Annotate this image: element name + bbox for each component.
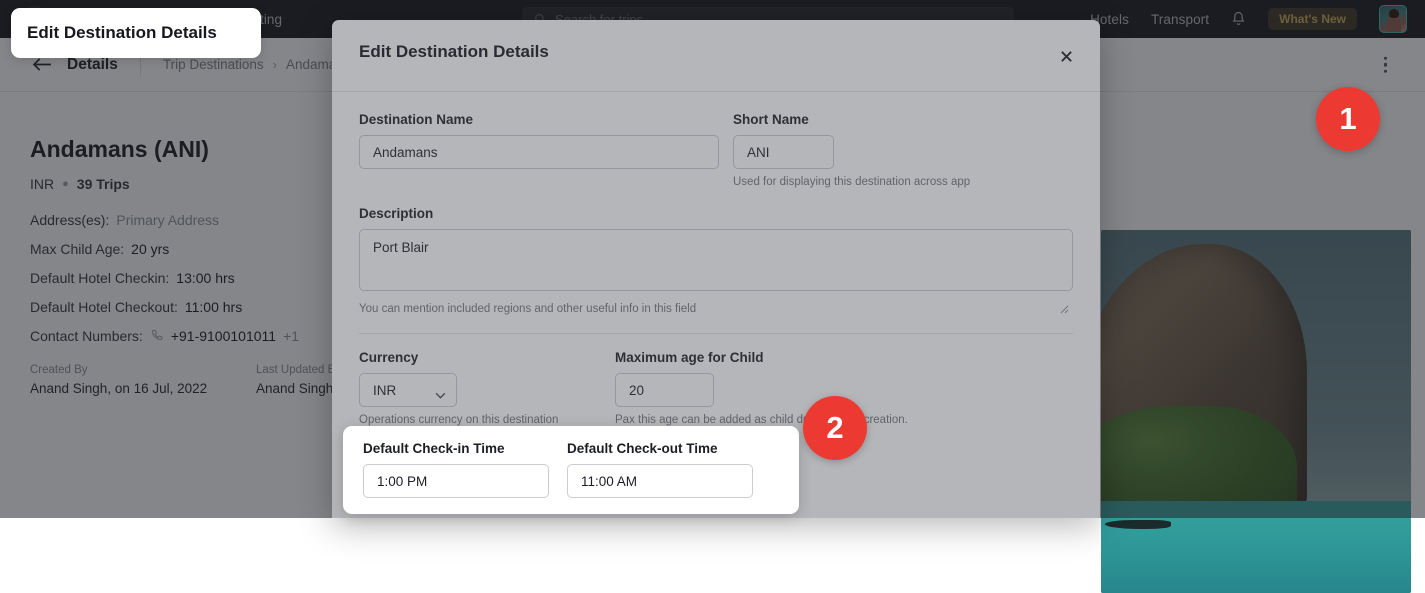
modal-header: Edit Destination Details [332, 20, 1100, 92]
field-checkin-time: Default Check-in Time [363, 441, 549, 514]
field-currency: Currency INR Operations currency on this… [359, 350, 615, 426]
close-icon[interactable] [1052, 42, 1080, 70]
field-help-text: Used for displaying this destination acr… [733, 176, 933, 188]
modal-title: Edit Destination Details [27, 23, 217, 43]
description-textarea[interactable]: Port Blair [359, 229, 1073, 291]
tour-step-badge-1[interactable]: 1 [1316, 87, 1380, 151]
form-section-divider [359, 333, 1073, 334]
field-checkout-time: Default Check-out Time [567, 441, 753, 514]
field-help-text: Operations currency on this destination [359, 414, 615, 426]
field-label: Maximum age for Child [615, 350, 1035, 365]
max-child-age-input[interactable] [615, 373, 714, 407]
short-name-input[interactable] [733, 135, 834, 169]
tour-spotlight-modal-title: Edit Destination Details [11, 8, 261, 58]
field-label: Description [359, 206, 1073, 221]
form-row-names: Destination Name Short Name Used for dis… [359, 112, 1073, 188]
field-short-name: Short Name Used for displaying this dest… [733, 112, 933, 188]
tour-step-badge-2[interactable]: 2 [803, 396, 867, 460]
checkin-time-input[interactable] [363, 464, 549, 498]
field-label: Short Name [733, 112, 933, 127]
field-label: Default Check-in Time [363, 441, 549, 456]
field-label: Destination Name [359, 112, 719, 127]
checkout-time-input[interactable] [567, 464, 753, 498]
field-label: Default Check-out Time [567, 441, 753, 456]
currency-select-wrap: INR [359, 373, 457, 407]
field-destination-name: Destination Name [359, 112, 719, 188]
currency-select[interactable]: INR [359, 373, 457, 407]
modal-title-underlay: Edit Destination Details [359, 42, 549, 62]
field-help-text: You can mention included regions and oth… [359, 303, 1073, 315]
field-label: Currency [359, 350, 615, 365]
tour-spotlight-default-times: Default Check-in Time Default Check-out … [343, 426, 799, 514]
form-row-currency-age: Currency INR Operations currency on this… [359, 350, 1073, 426]
destination-name-input[interactable] [359, 135, 719, 169]
field-description: Description Port Blair You can mention i… [359, 206, 1073, 315]
